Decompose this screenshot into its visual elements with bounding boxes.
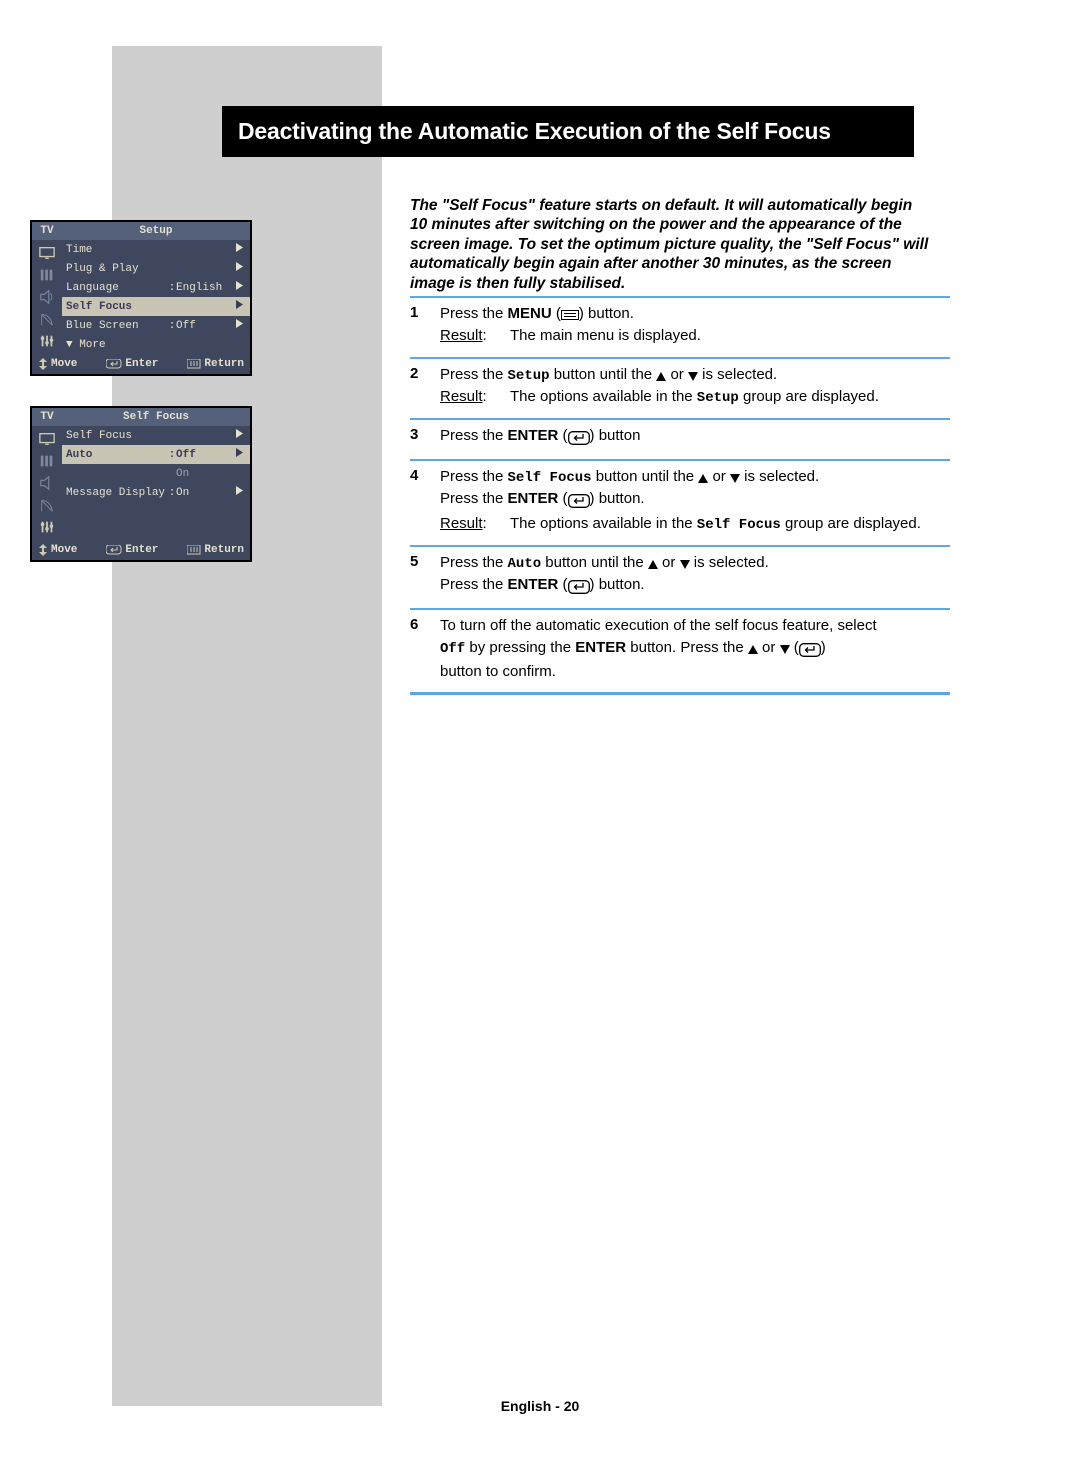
return-footer-icon	[187, 545, 201, 555]
osd-row: Language:English	[62, 278, 250, 297]
osd-footer: Move Enter Return	[32, 354, 250, 374]
bars-icon	[38, 453, 56, 469]
step-number: 3	[410, 426, 440, 450]
page-footer: English - 20	[0, 1398, 1080, 1414]
content-area: Deactivating the Automatic Execution of …	[112, 46, 968, 157]
step-number: 1	[410, 304, 440, 349]
up-arrow-icon	[748, 645, 758, 654]
step-body: Press the ENTER () button	[440, 426, 950, 450]
enter-icon	[568, 577, 590, 597]
tv-icon	[38, 245, 56, 261]
osd-row: Self Focus	[62, 426, 250, 445]
step-number: 2	[410, 365, 440, 411]
step-6: 6To turn off the automatic execution of …	[410, 608, 950, 696]
osd-row: Blue Screen:Off	[62, 316, 250, 335]
step-body: Press the MENU () button.Result:The main…	[440, 304, 950, 349]
enter-icon	[568, 491, 590, 511]
step-number: 6	[410, 616, 440, 685]
osd-row: Self Focus	[62, 297, 250, 316]
step-body: Press the Setup button until the or is s…	[440, 365, 950, 411]
down-arrow-icon	[680, 560, 690, 569]
page-title-bar: Deactivating the Automatic Execution of …	[222, 106, 914, 157]
sliders-icon	[38, 519, 56, 535]
osd-rows: Self FocusAuto:OffOnMessage Display:On	[62, 426, 250, 540]
enter-icon	[568, 428, 590, 448]
osd-row: Plug & Play	[62, 259, 250, 278]
speaker-icon	[38, 475, 56, 491]
osd-tv-label: TV	[32, 411, 62, 423]
move-icon	[38, 358, 48, 370]
page: Deactivating the Automatic Execution of …	[0, 0, 1080, 1474]
osd-menu-title: Setup	[62, 225, 250, 237]
step-3: 3Press the ENTER () button	[410, 418, 950, 458]
down-arrow-icon	[688, 372, 698, 381]
page-title: Deactivating the Automatic Execution of …	[238, 118, 831, 144]
sliders-icon	[38, 333, 56, 349]
speaker-icon	[38, 289, 56, 305]
up-arrow-icon	[656, 372, 666, 381]
instruction-steps: 1Press the MENU () button.Result:The mai…	[410, 296, 950, 695]
osd-tv-label: TV	[32, 225, 62, 237]
osd-header: TV Self Focus	[32, 408, 250, 426]
enter-footer-icon	[106, 545, 122, 555]
osd-header: TV Setup	[32, 222, 250, 240]
up-arrow-icon	[698, 474, 708, 483]
return-footer-icon	[187, 359, 201, 369]
bars-icon	[38, 267, 56, 283]
step-5: 5Press the Auto button until the or is s…	[410, 545, 950, 608]
step-body: Press the Self Focus button until the or…	[440, 467, 950, 537]
step-1: 1Press the MENU () button.Result:The mai…	[410, 296, 950, 357]
dish-icon	[38, 497, 56, 513]
osd-row: Time	[62, 240, 250, 259]
menu-icon	[561, 310, 579, 320]
osd-menu-title: Self Focus	[62, 411, 250, 423]
step-4: 4Press the Self Focus button until the o…	[410, 459, 950, 545]
down-arrow-icon	[780, 645, 790, 654]
osd-icon-column	[32, 426, 62, 540]
osd-row: On	[62, 464, 250, 483]
feature-description: The "Self Focus" feature starts on defau…	[410, 196, 930, 293]
osd-footer: Move Enter Return	[32, 540, 250, 560]
move-icon	[38, 544, 48, 556]
step-2: 2Press the Setup button until the or is …	[410, 357, 950, 419]
enter-icon	[799, 640, 821, 660]
enter-footer-icon	[106, 359, 122, 369]
osd-row: Auto:Off	[62, 445, 250, 464]
tv-icon	[38, 431, 56, 447]
osd-rows: TimePlug & PlayLanguage:EnglishSelf Focu…	[62, 240, 250, 354]
osd-row: Message Display:On	[62, 483, 250, 502]
up-arrow-icon	[648, 560, 658, 569]
step-number: 5	[410, 553, 440, 600]
dish-icon	[38, 311, 56, 327]
down-arrow-icon	[730, 474, 740, 483]
osd-row: ▼ More	[62, 335, 250, 354]
step-number: 4	[410, 467, 440, 537]
step-body: To turn off the automatic execution of t…	[440, 616, 950, 685]
osd-icon-column	[32, 240, 62, 354]
step-body: Press the Auto button until the or is se…	[440, 553, 950, 600]
osd-selffocus-menu: TV Self Focus Self FocusAuto:OffOnMessag…	[30, 406, 252, 562]
osd-setup-menu: TV Setup TimePlug & PlayLanguage:English…	[30, 220, 252, 376]
